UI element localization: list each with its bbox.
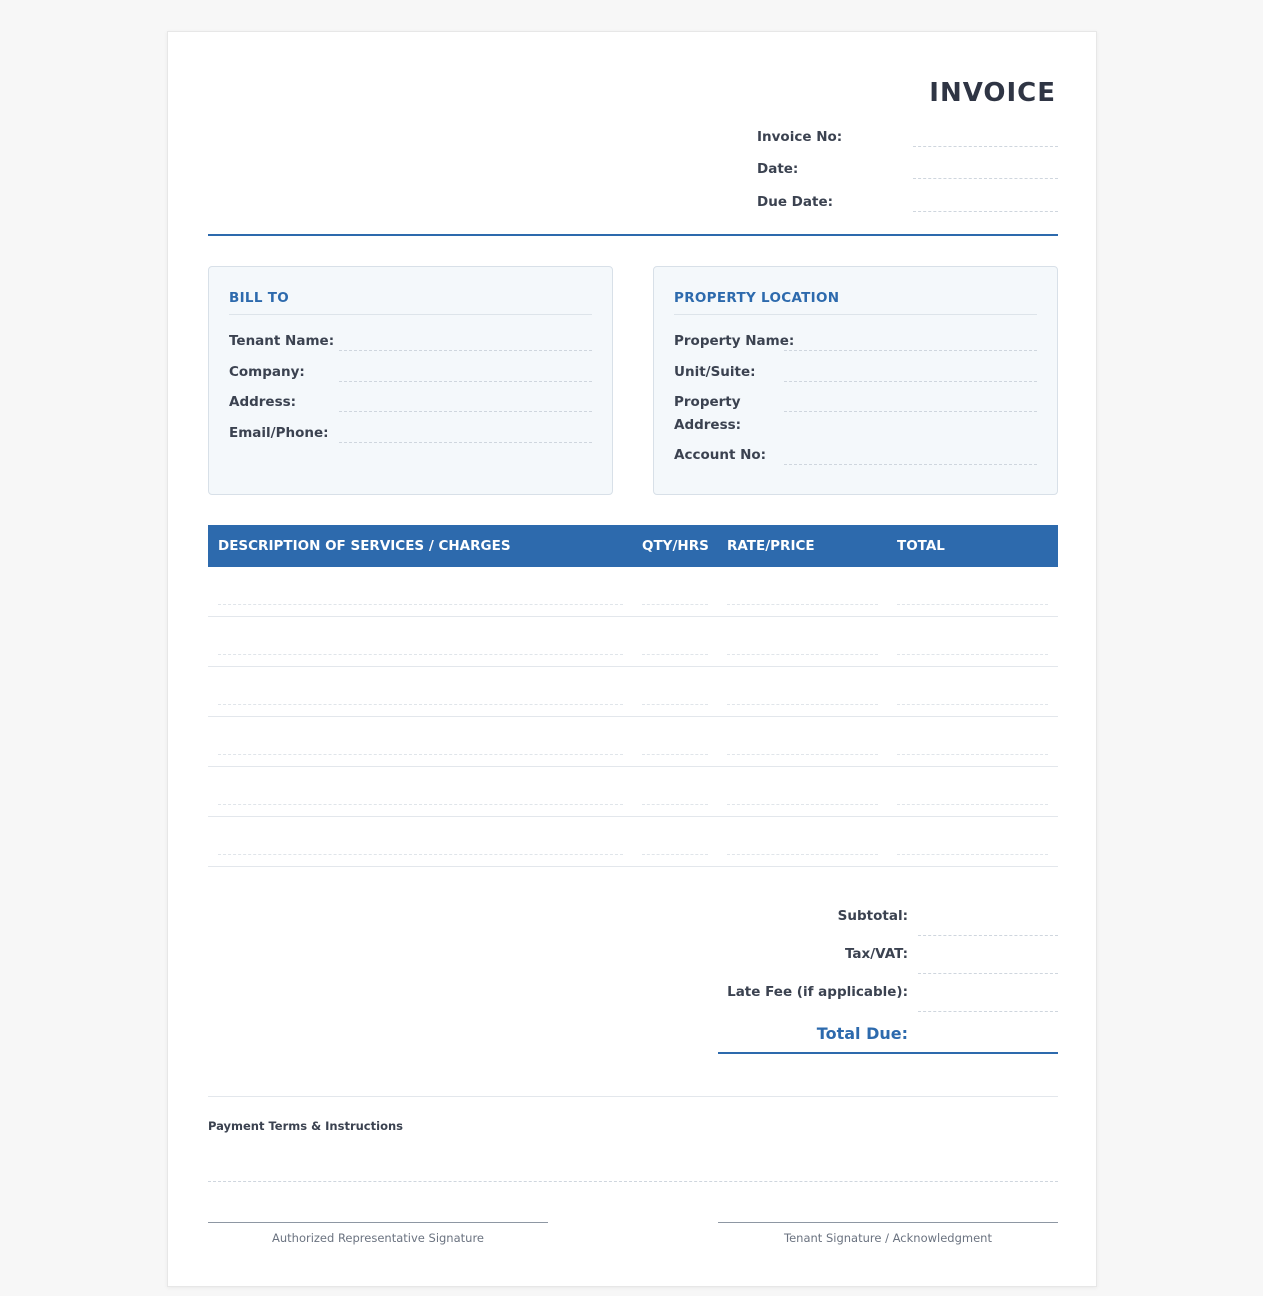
rate-cell[interactable] — [727, 804, 878, 805]
table-row — [208, 667, 1058, 717]
authorized-signature-label: Authorized Representative Signature — [271, 1231, 484, 1245]
unit-suite-label: Unit/Suite: — [674, 364, 756, 380]
property-address-field[interactable] — [784, 411, 1037, 412]
tenant-signature-line[interactable] — [718, 1222, 1058, 1223]
total-cell[interactable] — [897, 754, 1048, 755]
total-cell[interactable] — [897, 854, 1048, 855]
due-date-field[interactable] — [913, 211, 1058, 212]
col-qty: QTY/HRS — [642, 538, 709, 554]
invoice-page: INVOICE Invoice No: Date: Due Date: BILL… — [167, 31, 1097, 1287]
table-row — [208, 617, 1058, 667]
property-address-label: Property Address: — [674, 394, 742, 433]
col-rate: RATE/PRICE — [727, 538, 815, 554]
tenant-name-field[interactable] — [339, 350, 592, 351]
qty-cell[interactable] — [642, 704, 708, 705]
invoice-no-field[interactable] — [913, 146, 1058, 147]
total-cell[interactable] — [897, 804, 1048, 805]
rate-cell[interactable] — [727, 704, 878, 705]
invoice-title: INVOICE — [929, 78, 1056, 108]
account-no-label: Account No: — [674, 447, 767, 463]
total-cell[interactable] — [897, 654, 1048, 655]
bill-to-box: BILL TO Tenant Name: Company: Address: E… — [208, 266, 613, 495]
property-location-box: PROPERTY LOCATION Property Name: Unit/Su… — [653, 266, 1058, 495]
property-name-label: Property Name: — [674, 333, 795, 349]
table-row — [208, 717, 1058, 767]
bill-to-separator — [229, 314, 592, 315]
total-cell[interactable] — [897, 704, 1048, 705]
qty-cell[interactable] — [642, 654, 708, 655]
rate-cell[interactable] — [727, 754, 878, 755]
terms-divider — [208, 1096, 1058, 1097]
late-fee-field[interactable] — [918, 1011, 1058, 1012]
account-no-field[interactable] — [784, 464, 1037, 465]
email-phone-field[interactable] — [339, 442, 592, 443]
late-fee-label: Late Fee (if applicable): — [727, 984, 908, 1000]
rate-cell[interactable] — [727, 604, 878, 605]
description-cell[interactable] — [218, 604, 623, 605]
total-due-underline — [718, 1052, 1058, 1054]
tax-field[interactable] — [918, 973, 1058, 974]
property-location-title: PROPERTY LOCATION — [674, 290, 840, 306]
table-row — [208, 567, 1058, 617]
qty-cell[interactable] — [642, 804, 708, 805]
subtotal-label: Subtotal: — [837, 908, 908, 924]
property-location-separator — [674, 314, 1037, 315]
description-cell[interactable] — [218, 704, 623, 705]
payment-terms-title: Payment Terms & Instructions — [208, 1119, 404, 1133]
rate-cell[interactable] — [727, 854, 878, 855]
description-cell[interactable] — [218, 754, 623, 755]
col-total: TOTAL — [897, 538, 945, 554]
total-due-label: Total Due: — [816, 1024, 908, 1043]
date-field[interactable] — [913, 178, 1058, 179]
company-field[interactable] — [339, 381, 592, 382]
qty-cell[interactable] — [642, 854, 708, 855]
property-name-field[interactable] — [784, 350, 1037, 351]
payment-terms-field[interactable] — [208, 1181, 1058, 1182]
tax-label: Tax/VAT: — [844, 946, 908, 962]
company-label: Company: — [229, 364, 305, 380]
description-cell[interactable] — [218, 654, 623, 655]
unit-suite-field[interactable] — [784, 381, 1037, 382]
table-row — [208, 817, 1058, 867]
invoice-no-label: Invoice No: — [757, 129, 843, 145]
table-row — [208, 767, 1058, 817]
charges-table-header: DESCRIPTION OF SERVICES / CHARGES QTY/HR… — [208, 525, 1058, 567]
description-cell[interactable] — [218, 804, 623, 805]
description-cell[interactable] — [218, 854, 623, 855]
total-cell[interactable] — [897, 604, 1048, 605]
col-description: DESCRIPTION OF SERVICES / CHARGES — [218, 538, 511, 554]
rate-cell[interactable] — [727, 654, 878, 655]
bill-to-title: BILL TO — [229, 290, 290, 306]
tenant-signature-label: Tenant Signature / Acknowledgment — [784, 1231, 992, 1245]
date-label: Date: — [757, 161, 799, 177]
address-field[interactable] — [339, 411, 592, 412]
tenant-name-label: Tenant Name: — [229, 333, 335, 349]
qty-cell[interactable] — [642, 754, 708, 755]
authorized-signature-line[interactable] — [208, 1222, 548, 1223]
address-label: Address: — [229, 394, 297, 410]
qty-cell[interactable] — [642, 604, 708, 605]
due-date-label: Due Date: — [757, 194, 833, 210]
email-phone-label: Email/Phone: — [229, 425, 329, 441]
subtotal-field[interactable] — [918, 935, 1058, 936]
header-divider — [208, 234, 1058, 236]
